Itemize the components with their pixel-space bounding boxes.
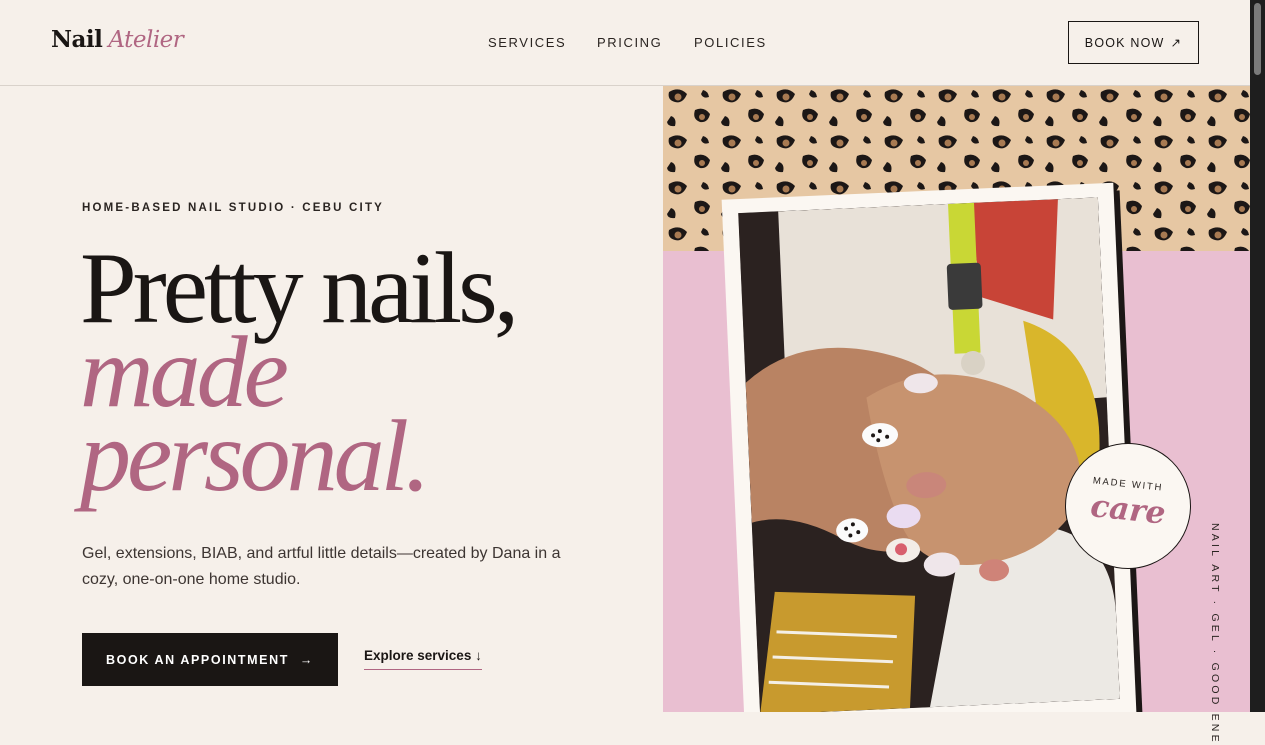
scrollbar[interactable] — [1250, 0, 1265, 712]
hero-visual: MADE WITH care — [663, 86, 1250, 712]
photo-frame — [721, 182, 1137, 712]
site-header: Nail Atelier SERVICES PRICING POLICIES BO… — [0, 0, 1250, 86]
hero-description: Gel, extensions, BIAB, and artful little… — [82, 545, 561, 588]
book-now-label: BOOK NOW — [1084, 35, 1165, 50]
hero-headline-line-3: personal. — [80, 400, 430, 513]
nav-link-pricing[interactable]: PRICING — [597, 35, 662, 50]
book-now-button[interactable]: BOOK NOW ↗ — [1068, 21, 1199, 64]
nav-link-policies[interactable]: POLICIES — [694, 35, 767, 50]
book-appointment-button[interactable]: BOOK AN APPOINTMENT → — [82, 633, 338, 686]
book-appointment-label: BOOK AN APPOINTMENT — [106, 652, 289, 667]
arrow-down-icon: ↓ — [475, 648, 482, 663]
arrow-right-icon: → — [299, 652, 314, 667]
logo-italic-text: Atelier — [108, 27, 184, 53]
logo-bold-text: Nail — [51, 26, 103, 53]
logo[interactable]: Nail Atelier — [51, 26, 184, 53]
explore-services-label: Explore services — [364, 648, 472, 663]
explore-services-link[interactable]: Explore services ↓ — [364, 648, 482, 670]
hero-eyebrow: HOME-BASED NAIL STUDIO · CEBU CITY — [82, 202, 385, 214]
made-with-care-badge: MADE WITH care — [1065, 443, 1191, 569]
nav-link-services[interactable]: SERVICES — [488, 35, 566, 50]
nails-photo — [738, 197, 1120, 712]
scrollbar-thumb[interactable] — [1254, 3, 1261, 75]
nails-illustration — [738, 197, 1120, 712]
arrow-up-right-icon: ↗ — [1170, 36, 1183, 50]
